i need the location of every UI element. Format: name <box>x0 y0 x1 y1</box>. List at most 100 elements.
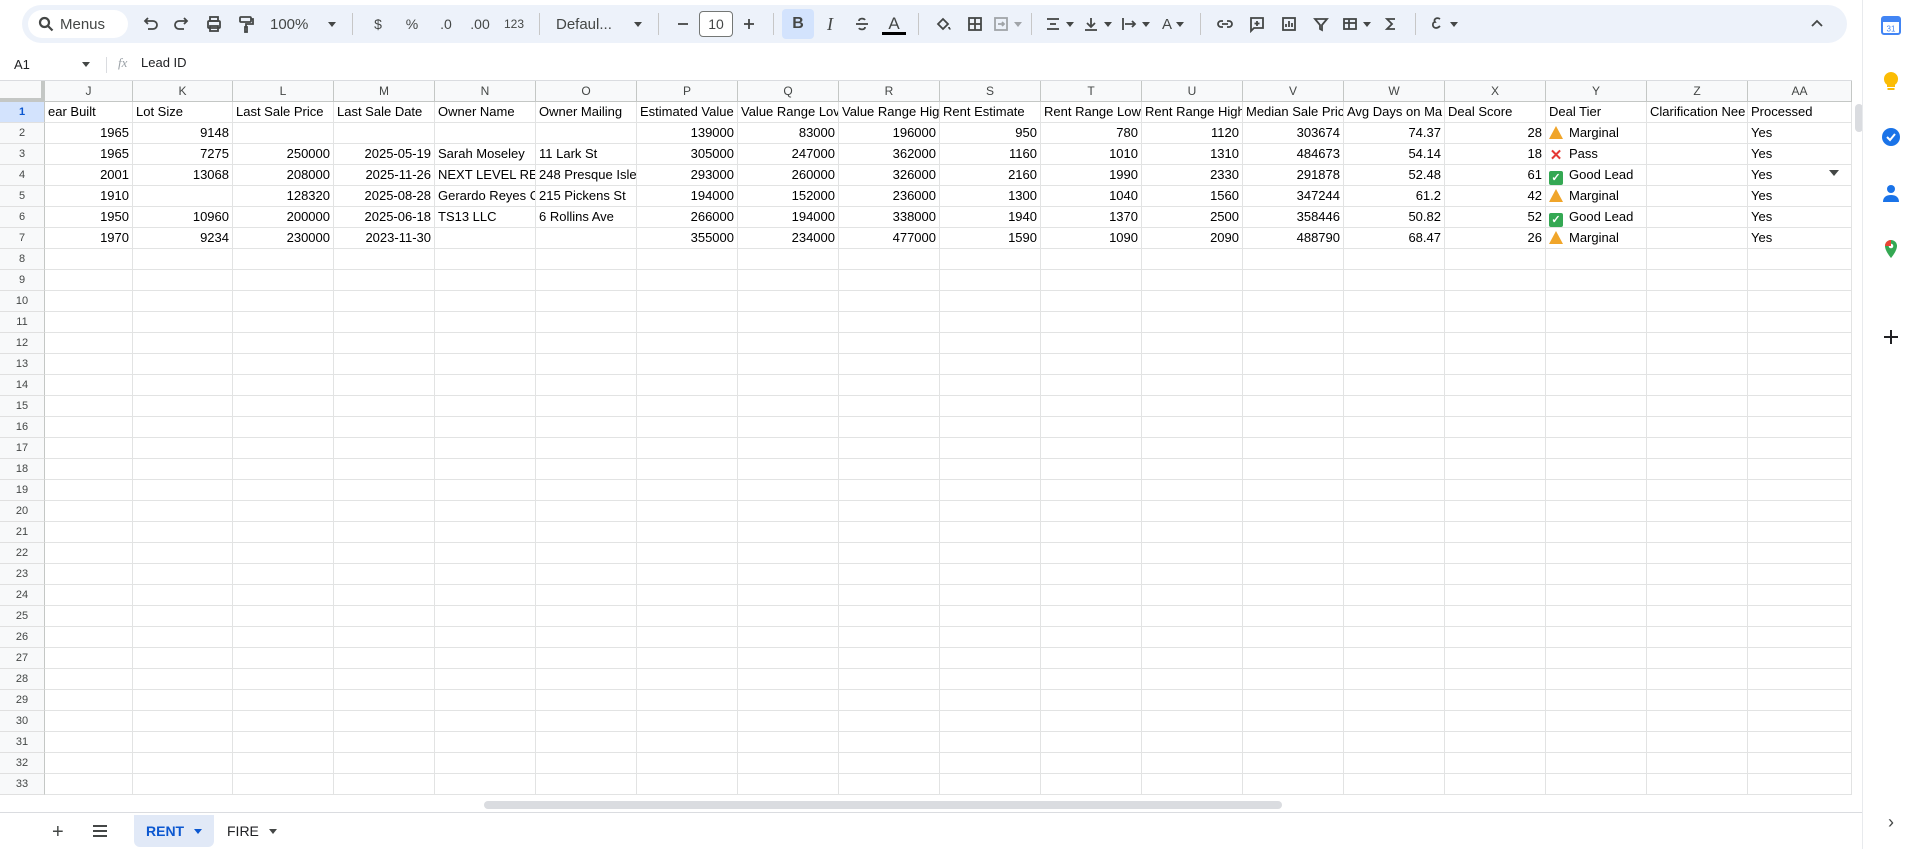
table-cell[interactable] <box>637 648 738 669</box>
table-cell[interactable] <box>738 270 839 291</box>
zoom-select[interactable]: 100% <box>262 9 344 39</box>
table-cell[interactable] <box>738 375 839 396</box>
table-cell[interactable] <box>637 564 738 585</box>
table-cell[interactable] <box>45 627 133 648</box>
table-cell[interactable] <box>334 774 435 795</box>
table-cell[interactable] <box>1546 480 1647 501</box>
table-cell[interactable] <box>738 585 839 606</box>
table-cell[interactable] <box>1344 459 1445 480</box>
table-cell[interactable] <box>940 291 1041 312</box>
horizontal-scrollbar[interactable] <box>484 801 1282 809</box>
table-cell[interactable] <box>1243 438 1344 459</box>
table-cell[interactable] <box>45 690 133 711</box>
column-header-x[interactable]: X <box>1445 81 1546 102</box>
table-cell[interactable] <box>1647 711 1748 732</box>
table-cell[interactable]: 128320 <box>233 186 334 207</box>
table-cell[interactable] <box>435 396 536 417</box>
table-cell[interactable] <box>940 480 1041 501</box>
table-cell[interactable]: 260000 <box>738 165 839 186</box>
table-cell[interactable] <box>1546 375 1647 396</box>
row-header[interactable]: 31 <box>0 732 45 753</box>
table-cell[interactable]: NEXT LEVEL RE <box>435 165 536 186</box>
table-cell[interactable] <box>536 690 637 711</box>
table-cell[interactable] <box>1647 501 1748 522</box>
text-rotation-button[interactable]: A <box>1154 9 1192 39</box>
table-cell[interactable] <box>1344 543 1445 564</box>
table-cell[interactable] <box>1142 438 1243 459</box>
table-cell[interactable] <box>637 627 738 648</box>
table-cell[interactable] <box>1041 375 1142 396</box>
column-header-j[interactable]: J <box>45 81 133 102</box>
table-cell[interactable] <box>334 543 435 564</box>
table-cell[interactable] <box>45 333 133 354</box>
row-header[interactable]: 28 <box>0 669 45 690</box>
table-cell[interactable] <box>1243 459 1344 480</box>
table-cell[interactable]: 74.37 <box>1344 123 1445 144</box>
table-cell[interactable] <box>1647 291 1748 312</box>
table-cell[interactable] <box>738 627 839 648</box>
row-header[interactable]: 24 <box>0 585 45 606</box>
table-cell[interactable] <box>45 543 133 564</box>
table-cell[interactable] <box>334 732 435 753</box>
table-cell[interactable] <box>435 627 536 648</box>
table-cell[interactable]: 1590 <box>940 228 1041 249</box>
table-cell[interactable] <box>839 354 940 375</box>
table-cell[interactable] <box>1445 711 1546 732</box>
header-cell[interactable]: Estimated Value <box>637 102 738 123</box>
table-cell[interactable] <box>1041 627 1142 648</box>
table-cell[interactable] <box>435 417 536 438</box>
text-wrapping-button[interactable] <box>1116 9 1154 39</box>
table-cell[interactable] <box>940 627 1041 648</box>
table-cell[interactable]: 18 <box>1445 144 1546 165</box>
hide-menus-button[interactable] <box>1801 9 1833 39</box>
table-cell[interactable]: 1990 <box>1041 165 1142 186</box>
table-cell[interactable]: 1370 <box>1041 207 1142 228</box>
chevron-down-icon[interactable] <box>194 828 203 834</box>
table-cell[interactable] <box>738 291 839 312</box>
table-cell[interactable] <box>1041 249 1142 270</box>
table-cell[interactable] <box>637 375 738 396</box>
table-cell[interactable] <box>1243 396 1344 417</box>
percent-button[interactable]: % <box>395 9 429 39</box>
table-cell[interactable] <box>940 270 1041 291</box>
table-cell[interactable] <box>233 690 334 711</box>
table-cell[interactable] <box>1546 459 1647 480</box>
table-cell[interactable] <box>637 291 738 312</box>
table-cell[interactable] <box>1748 585 1852 606</box>
table-cell[interactable] <box>45 480 133 501</box>
table-cell[interactable] <box>1748 438 1852 459</box>
table-cell[interactable] <box>1546 354 1647 375</box>
table-cell[interactable] <box>233 480 334 501</box>
header-cell[interactable]: Deal Score <box>1445 102 1546 123</box>
table-cell[interactable] <box>1546 606 1647 627</box>
table-cell[interactable] <box>233 396 334 417</box>
header-cell[interactable]: Rent Range High <box>1142 102 1243 123</box>
table-cell[interactable] <box>233 627 334 648</box>
column-header-t[interactable]: T <box>1041 81 1142 102</box>
table-cell[interactable] <box>1142 417 1243 438</box>
table-cell[interactable] <box>1041 669 1142 690</box>
table-cell[interactable] <box>1546 522 1647 543</box>
table-cell[interactable] <box>45 438 133 459</box>
text-color-button[interactable]: A <box>878 9 910 39</box>
table-cell[interactable]: 488790 <box>1243 228 1344 249</box>
table-cell[interactable]: Marginal <box>1546 186 1647 207</box>
table-cell[interactable] <box>940 669 1041 690</box>
table-cell[interactable] <box>233 585 334 606</box>
table-cell[interactable] <box>637 711 738 732</box>
table-cell[interactable]: Yes <box>1748 123 1852 144</box>
table-cell[interactable] <box>738 648 839 669</box>
table-cell[interactable] <box>839 333 940 354</box>
table-cell[interactable]: 7275 <box>133 144 233 165</box>
table-cell[interactable] <box>1748 396 1852 417</box>
table-cell[interactable] <box>637 522 738 543</box>
table-cell[interactable] <box>435 543 536 564</box>
table-cell[interactable] <box>1041 270 1142 291</box>
table-cell[interactable] <box>738 522 839 543</box>
table-cell[interactable]: Marginal <box>1546 123 1647 144</box>
table-cell[interactable] <box>133 585 233 606</box>
table-cell[interactable] <box>1142 480 1243 501</box>
table-cell[interactable] <box>637 354 738 375</box>
formula-input[interactable]: Lead ID <box>141 55 187 70</box>
increase-decimal-button[interactable]: .00 <box>463 9 497 39</box>
